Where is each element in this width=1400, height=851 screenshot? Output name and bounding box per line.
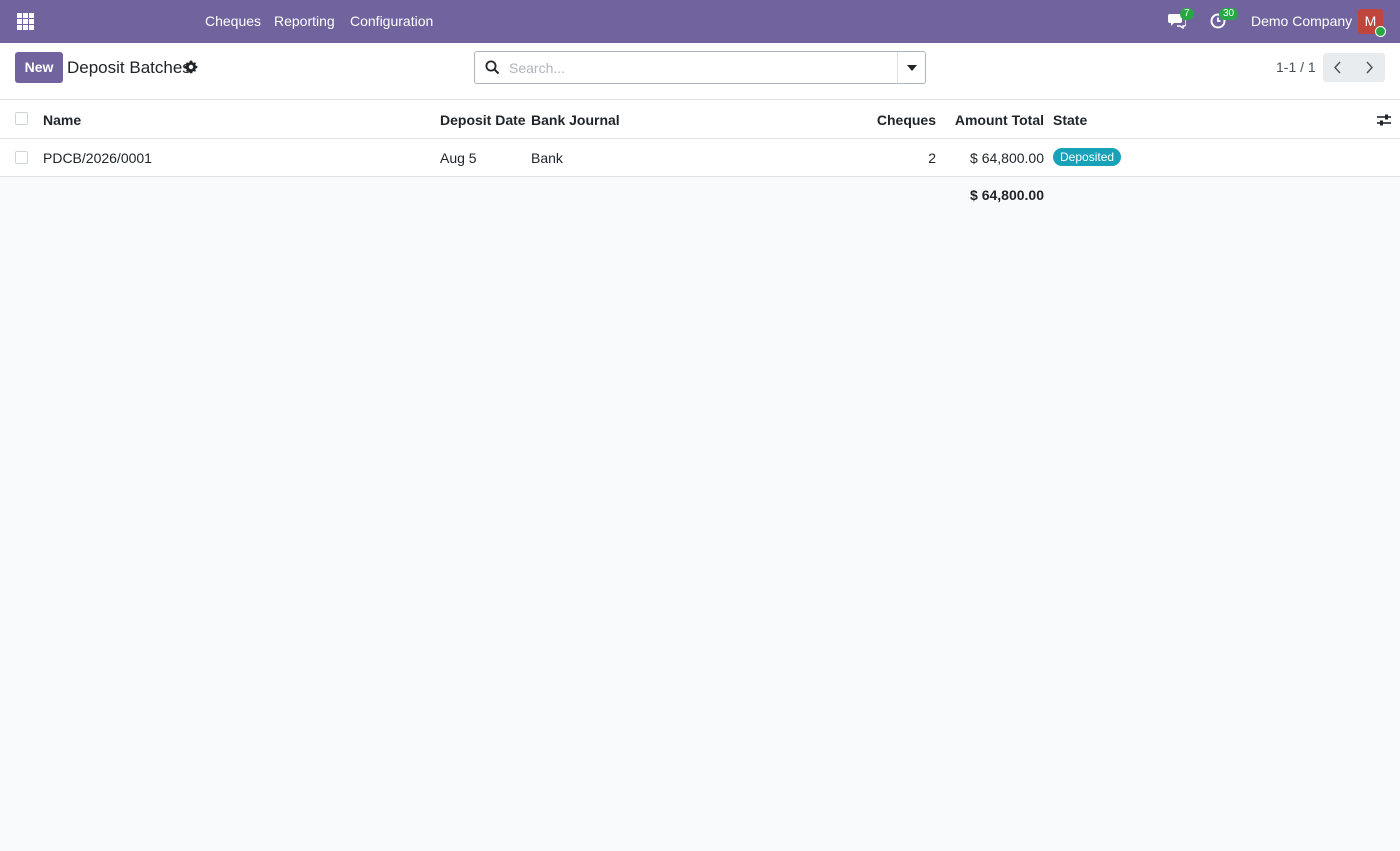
cell-deposit-date: Aug 5 — [440, 150, 477, 166]
cell-cheques: 2 — [928, 150, 936, 166]
column-header-cheques[interactable]: Cheques — [877, 112, 936, 128]
column-header-name[interactable]: Name — [43, 112, 81, 128]
gear-icon[interactable] — [184, 60, 198, 74]
pager-previous-button[interactable] — [1323, 53, 1354, 82]
menu-item-configuration[interactable]: Configuration — [350, 13, 433, 29]
chevron-left-icon — [1334, 61, 1341, 74]
activities-button[interactable]: 30 — [1210, 8, 1239, 32]
user-avatar[interactable]: M — [1358, 9, 1386, 37]
company-switcher[interactable]: Demo Company — [1251, 13, 1352, 29]
messages-button[interactable]: 7 — [1168, 8, 1194, 32]
online-status-indicator — [1375, 26, 1386, 37]
pager-next-button[interactable] — [1354, 53, 1385, 82]
table-footer: $ 64,800.00 — [0, 177, 1400, 213]
optional-columns-sliders-icon[interactable] — [1377, 113, 1391, 127]
messages-count-badge: 7 — [1180, 8, 1194, 20]
menu-item-reporting[interactable]: Reporting — [274, 13, 335, 29]
column-header-bank-journal[interactable]: Bank Journal — [531, 112, 620, 128]
search-bar — [474, 51, 926, 84]
column-header-amount-total[interactable]: Amount Total — [955, 112, 1044, 128]
status-badge: Deposited — [1053, 148, 1122, 166]
table-row[interactable]: PDCB/2026/0001 Aug 5 Bank 2 $ 64,800.00 … — [0, 139, 1400, 177]
apps-menu-icon[interactable] — [17, 13, 34, 30]
search-options-toggle[interactable] — [897, 52, 925, 83]
control-panel: New Deposit Batches 1-1 / 1 — [0, 43, 1400, 100]
column-header-state[interactable]: State — [1053, 112, 1087, 128]
caret-down-icon — [907, 65, 917, 71]
page-title: Deposit Batches — [67, 58, 191, 77]
avatar-initial: M — [1364, 13, 1377, 29]
search-icon — [485, 60, 500, 75]
chevron-right-icon — [1366, 61, 1373, 74]
menu-item-cheques[interactable]: Cheques — [205, 13, 261, 29]
cell-bank-journal: Bank — [531, 150, 563, 166]
amount-total-sum: $ 64,800.00 — [970, 187, 1044, 203]
row-checkbox[interactable] — [15, 151, 28, 164]
pager-value[interactable]: 1-1 / 1 — [1276, 59, 1316, 75]
activities-count-badge: 30 — [1219, 8, 1239, 20]
table-header: Name Deposit Date Bank Journal Cheques A… — [0, 100, 1400, 139]
column-header-deposit-date[interactable]: Deposit Date — [440, 112, 526, 128]
search-input[interactable] — [509, 57, 889, 79]
select-all-checkbox[interactable] — [15, 112, 28, 125]
deposit-batches-list: Name Deposit Date Bank Journal Cheques A… — [0, 100, 1400, 213]
cell-name: PDCB/2026/0001 — [43, 150, 152, 166]
cell-amount-total: $ 64,800.00 — [970, 150, 1044, 166]
top-navbar: Cheques Reporting Configuration 7 30 Dem… — [0, 0, 1400, 43]
new-button[interactable]: New — [15, 52, 63, 83]
